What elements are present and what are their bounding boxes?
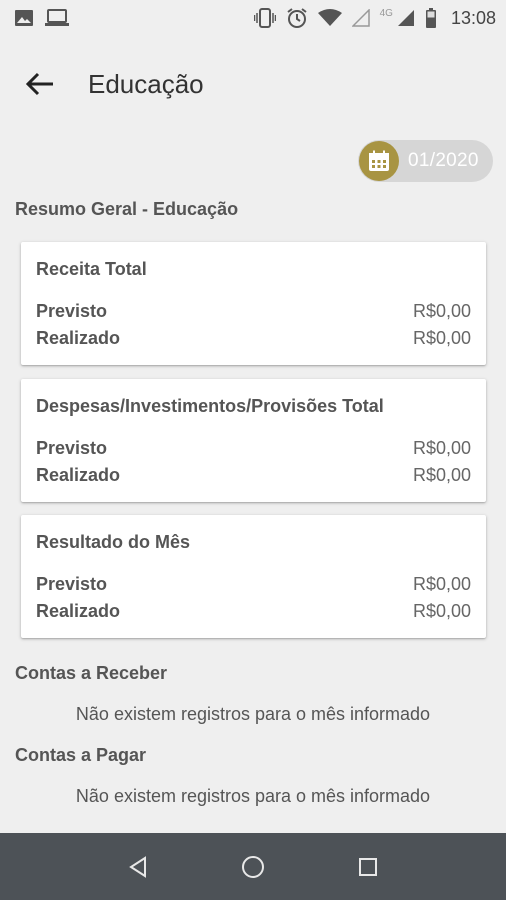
status-bar: 4G 13:08 <box>0 0 506 36</box>
status-right: 4G 13:08 <box>253 7 496 29</box>
card-row-previsto: Previsto R$0,00 <box>36 298 471 325</box>
card-resultado-mes: Resultado do Mês Previsto R$0,00 Realiza… <box>21 515 486 638</box>
laptop-icon <box>44 9 70 27</box>
system-nav-bar <box>0 833 506 900</box>
receivables-empty-message: Não existem registros para o mês informa… <box>75 704 431 724</box>
card-title: Resultado do Mês <box>36 532 191 552</box>
month-picker-chip[interactable]: 01/2020 <box>358 140 493 182</box>
page-title: Educação <box>88 68 204 99</box>
card-row-previsto: Previsto R$0,00 <box>36 571 471 598</box>
app-bar: Educação <box>0 54 506 114</box>
row-label: Realizado <box>36 601 121 621</box>
card-row-realizado: Realizado R$0,00 <box>36 598 471 625</box>
status-left <box>14 9 70 27</box>
row-label: Previsto <box>36 438 108 458</box>
status-time: 13:08 <box>450 7 496 28</box>
calendar-icon <box>359 141 399 181</box>
row-label: Realizado <box>36 465 121 485</box>
back-button[interactable] <box>14 58 66 110</box>
card-title: Despesas/Investimentos/Provisões Total <box>36 396 384 416</box>
arrow-back-icon <box>26 72 53 96</box>
payables-empty-message: Não existem registros para o mês informa… <box>75 786 431 806</box>
nav-recents-icon <box>359 857 378 876</box>
selected-month: 01/2020 <box>408 150 479 171</box>
row-value: R$0,00 <box>412 438 471 458</box>
row-value: R$0,00 <box>412 601 471 621</box>
card-title: Receita Total <box>36 259 147 279</box>
alarm-icon <box>286 7 308 29</box>
card-row-realizado: Realizado R$0,00 <box>36 462 471 489</box>
row-label: Previsto <box>36 301 108 321</box>
row-value: R$0,00 <box>412 574 471 594</box>
summary-title: Resumo Geral - Educação <box>15 199 239 219</box>
signal-empty-icon <box>351 9 370 27</box>
row-label: Realizado <box>36 328 121 348</box>
nav-back-icon <box>128 855 146 878</box>
nav-back-button[interactable] <box>118 847 158 887</box>
vibrate-icon <box>253 8 276 28</box>
nav-home-icon <box>241 855 264 878</box>
signal-icon <box>397 9 415 27</box>
receivables-title: Contas a Receber <box>15 663 168 683</box>
row-label: Previsto <box>36 574 108 594</box>
payables-title: Contas a Pagar <box>15 745 147 765</box>
row-value: R$0,00 <box>412 328 471 348</box>
row-value: R$0,00 <box>412 465 471 485</box>
card-receita-total: Receita Total Previsto R$0,00 Realizado … <box>21 242 486 365</box>
card-despesas-total: Despesas/Investimentos/Provisões Total P… <box>21 379 486 502</box>
image-icon <box>14 9 34 27</box>
card-row-previsto: Previsto R$0,00 <box>36 435 471 462</box>
card-row-realizado: Realizado R$0,00 <box>36 325 471 352</box>
nav-recents-button[interactable] <box>348 847 388 887</box>
wifi-icon <box>317 9 342 27</box>
nav-home-button[interactable] <box>233 847 273 887</box>
row-value: R$0,00 <box>412 301 471 321</box>
network-type-label: 4G <box>379 7 393 19</box>
battery-icon <box>425 8 437 28</box>
